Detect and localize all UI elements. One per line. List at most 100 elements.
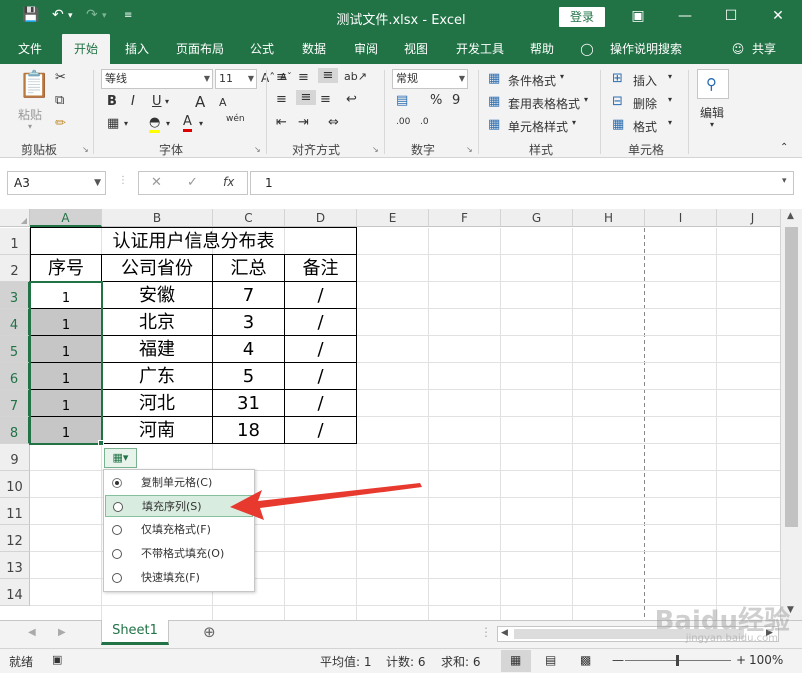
row-header-11[interactable]: 11 (0, 498, 30, 525)
table-cell[interactable]: 1 (31, 316, 101, 335)
table-title[interactable]: 认证用户信息分布表 (31, 229, 356, 254)
column-header-i[interactable]: I (645, 209, 717, 227)
row-header-7[interactable]: 7 (0, 390, 30, 417)
minimize-icon[interactable]: — (674, 5, 696, 27)
grow-font-icon[interactable]: Aˆ (261, 71, 275, 85)
table-cell[interactable]: 4 (213, 337, 284, 362)
row-header-4[interactable]: 4 (0, 309, 30, 336)
font-color-dropdown-icon[interactable]: ▾ (199, 119, 203, 128)
chevron-down-icon[interactable]: ▾ (572, 118, 576, 127)
table-cell[interactable]: 河北 (102, 391, 212, 416)
grow-font-button[interactable]: A (195, 93, 205, 111)
table-cell[interactable]: 1 (31, 424, 101, 443)
chevron-down-icon[interactable]: ▾ (560, 72, 564, 81)
table-cell[interactable]: 北京 (102, 310, 212, 335)
table-cell[interactable]: 3 (213, 310, 284, 335)
maximize-icon[interactable]: ☐ (720, 5, 742, 27)
editing-dropdown-icon[interactable]: ▾ (710, 120, 714, 129)
bold-button[interactable]: B (107, 94, 117, 109)
currency-icon[interactable]: ▤ (396, 93, 408, 108)
percent-button[interactable]: % (430, 93, 442, 108)
cell-styles-icon[interactable]: ▦ (488, 117, 500, 132)
italic-button[interactable]: I (131, 94, 135, 109)
zoom-level[interactable]: 100% (749, 653, 783, 667)
row-header-2[interactable]: 2 (0, 255, 30, 282)
select-all-corner[interactable]: ◢ (0, 209, 30, 227)
insert-cells-button[interactable]: 插入 (633, 72, 657, 89)
conditional-format-button[interactable]: 条件格式 (508, 72, 556, 89)
orientation-icon[interactable]: ab↗ (344, 70, 367, 83)
table-cell[interactable]: / (285, 283, 356, 308)
row-header-14[interactable]: 14 (0, 579, 30, 606)
zoom-out-icon[interactable]: — (612, 653, 624, 667)
column-header-f[interactable]: F (429, 209, 501, 227)
chevron-down-icon[interactable]: ▾ (668, 72, 672, 81)
header-cell[interactable]: 备注 (285, 256, 356, 281)
font-name-combo[interactable]: 等线 ▼ (101, 69, 213, 89)
font-launcher-icon[interactable]: ↘ (254, 145, 261, 154)
table-cell[interactable]: 18 (213, 418, 284, 443)
expand-formula-icon[interactable]: ▾ (782, 176, 787, 186)
column-header-a[interactable]: A (30, 209, 102, 227)
table-cell[interactable]: 1 (31, 343, 101, 362)
cell-styles-button[interactable]: 单元格样式 (508, 118, 568, 135)
align-center-icon[interactable]: ≡ (296, 90, 316, 105)
merge-center-icon[interactable]: ⇔ (328, 115, 339, 130)
fill-color-icon[interactable]: ◓ (149, 116, 161, 133)
menu-item-flash-fill[interactable]: 快速填充(F) (105, 567, 253, 589)
table-cell[interactable]: 河南 (102, 418, 212, 443)
page-layout-view-icon[interactable]: ▤ (545, 653, 556, 667)
chevron-down-icon[interactable]: ▾ (668, 118, 672, 127)
login-button[interactable]: 登录 (559, 7, 605, 27)
page-break-view-icon[interactable]: ▩ (580, 653, 591, 667)
column-header-e[interactable]: E (357, 209, 429, 227)
editing-group-label[interactable]: 编辑 (700, 104, 724, 121)
tab-page-layout[interactable]: 页面布局 (168, 34, 232, 64)
increase-indent-icon[interactable]: ⇥ (298, 115, 309, 130)
row-header-10[interactable]: 10 (0, 471, 30, 498)
menu-item-fill-without-formatting[interactable]: 不带格式填充(O) (105, 543, 253, 565)
clipboard-launcher-icon[interactable]: ↘ (82, 145, 89, 154)
underline-dropdown-icon[interactable]: ▾ (165, 97, 169, 106)
name-box[interactable]: A3 ▼ (7, 171, 106, 195)
column-header-h[interactable]: H (573, 209, 645, 227)
zoom-in-icon[interactable]: + (736, 653, 746, 667)
share-button[interactable]: 共享 (748, 34, 780, 64)
align-top-icon[interactable]: ≡ (276, 70, 287, 85)
column-header-d[interactable]: D (285, 209, 357, 227)
vertical-scrollbar[interactable]: ▲ ▼ (780, 209, 802, 620)
font-color-icon[interactable]: A (183, 115, 192, 132)
underline-button[interactable]: U (152, 94, 162, 109)
tab-split-icon[interactable]: ⋮ (480, 625, 492, 639)
cancel-icon[interactable]: ✕ (151, 175, 162, 190)
table-cell[interactable]: / (285, 337, 356, 362)
font-size-combo[interactable]: 11 ▼ (215, 69, 257, 89)
add-sheet-icon[interactable]: ⊕ (203, 623, 216, 641)
tab-review[interactable]: 审阅 (346, 34, 386, 64)
tab-file[interactable]: 文件 (8, 34, 52, 64)
tab-formulas[interactable]: 公式 (242, 34, 282, 64)
insert-function-icon[interactable]: fx (223, 175, 234, 189)
align-left-icon[interactable]: ≡ (276, 92, 287, 107)
align-bottom-icon[interactable]: ≡ (318, 68, 338, 83)
conditional-format-icon[interactable]: ▦ (488, 71, 500, 86)
tab-home[interactable]: 开始 (62, 34, 110, 64)
column-header-g[interactable]: G (501, 209, 573, 227)
paste-dropdown-icon[interactable]: ▾ (28, 122, 32, 131)
tab-help[interactable]: 帮助 (522, 34, 562, 64)
format-as-table-icon[interactable]: ▦ (488, 94, 500, 109)
table-cell[interactable]: 7 (213, 283, 284, 308)
accessibility-icon[interactable]: ▣ (52, 653, 62, 666)
format-cells-icon[interactable]: ▦ (612, 117, 624, 132)
table-cell[interactable]: / (285, 391, 356, 416)
cut-icon[interactable]: ✂ (55, 70, 66, 85)
number-format-combo[interactable]: 常规 ▼ (392, 69, 468, 89)
ribbon-display-icon[interactable]: ▣ (627, 5, 649, 27)
scroll-thumb[interactable] (785, 227, 798, 527)
increase-decimal-icon[interactable]: .00 (396, 117, 410, 127)
table-cell[interactable]: 31 (213, 391, 284, 416)
align-middle-icon[interactable]: ≡ (298, 70, 309, 85)
align-right-icon[interactable]: ≡ (320, 92, 331, 107)
table-cell[interactable]: 1 (31, 397, 101, 416)
table-cell[interactable]: / (285, 418, 356, 443)
